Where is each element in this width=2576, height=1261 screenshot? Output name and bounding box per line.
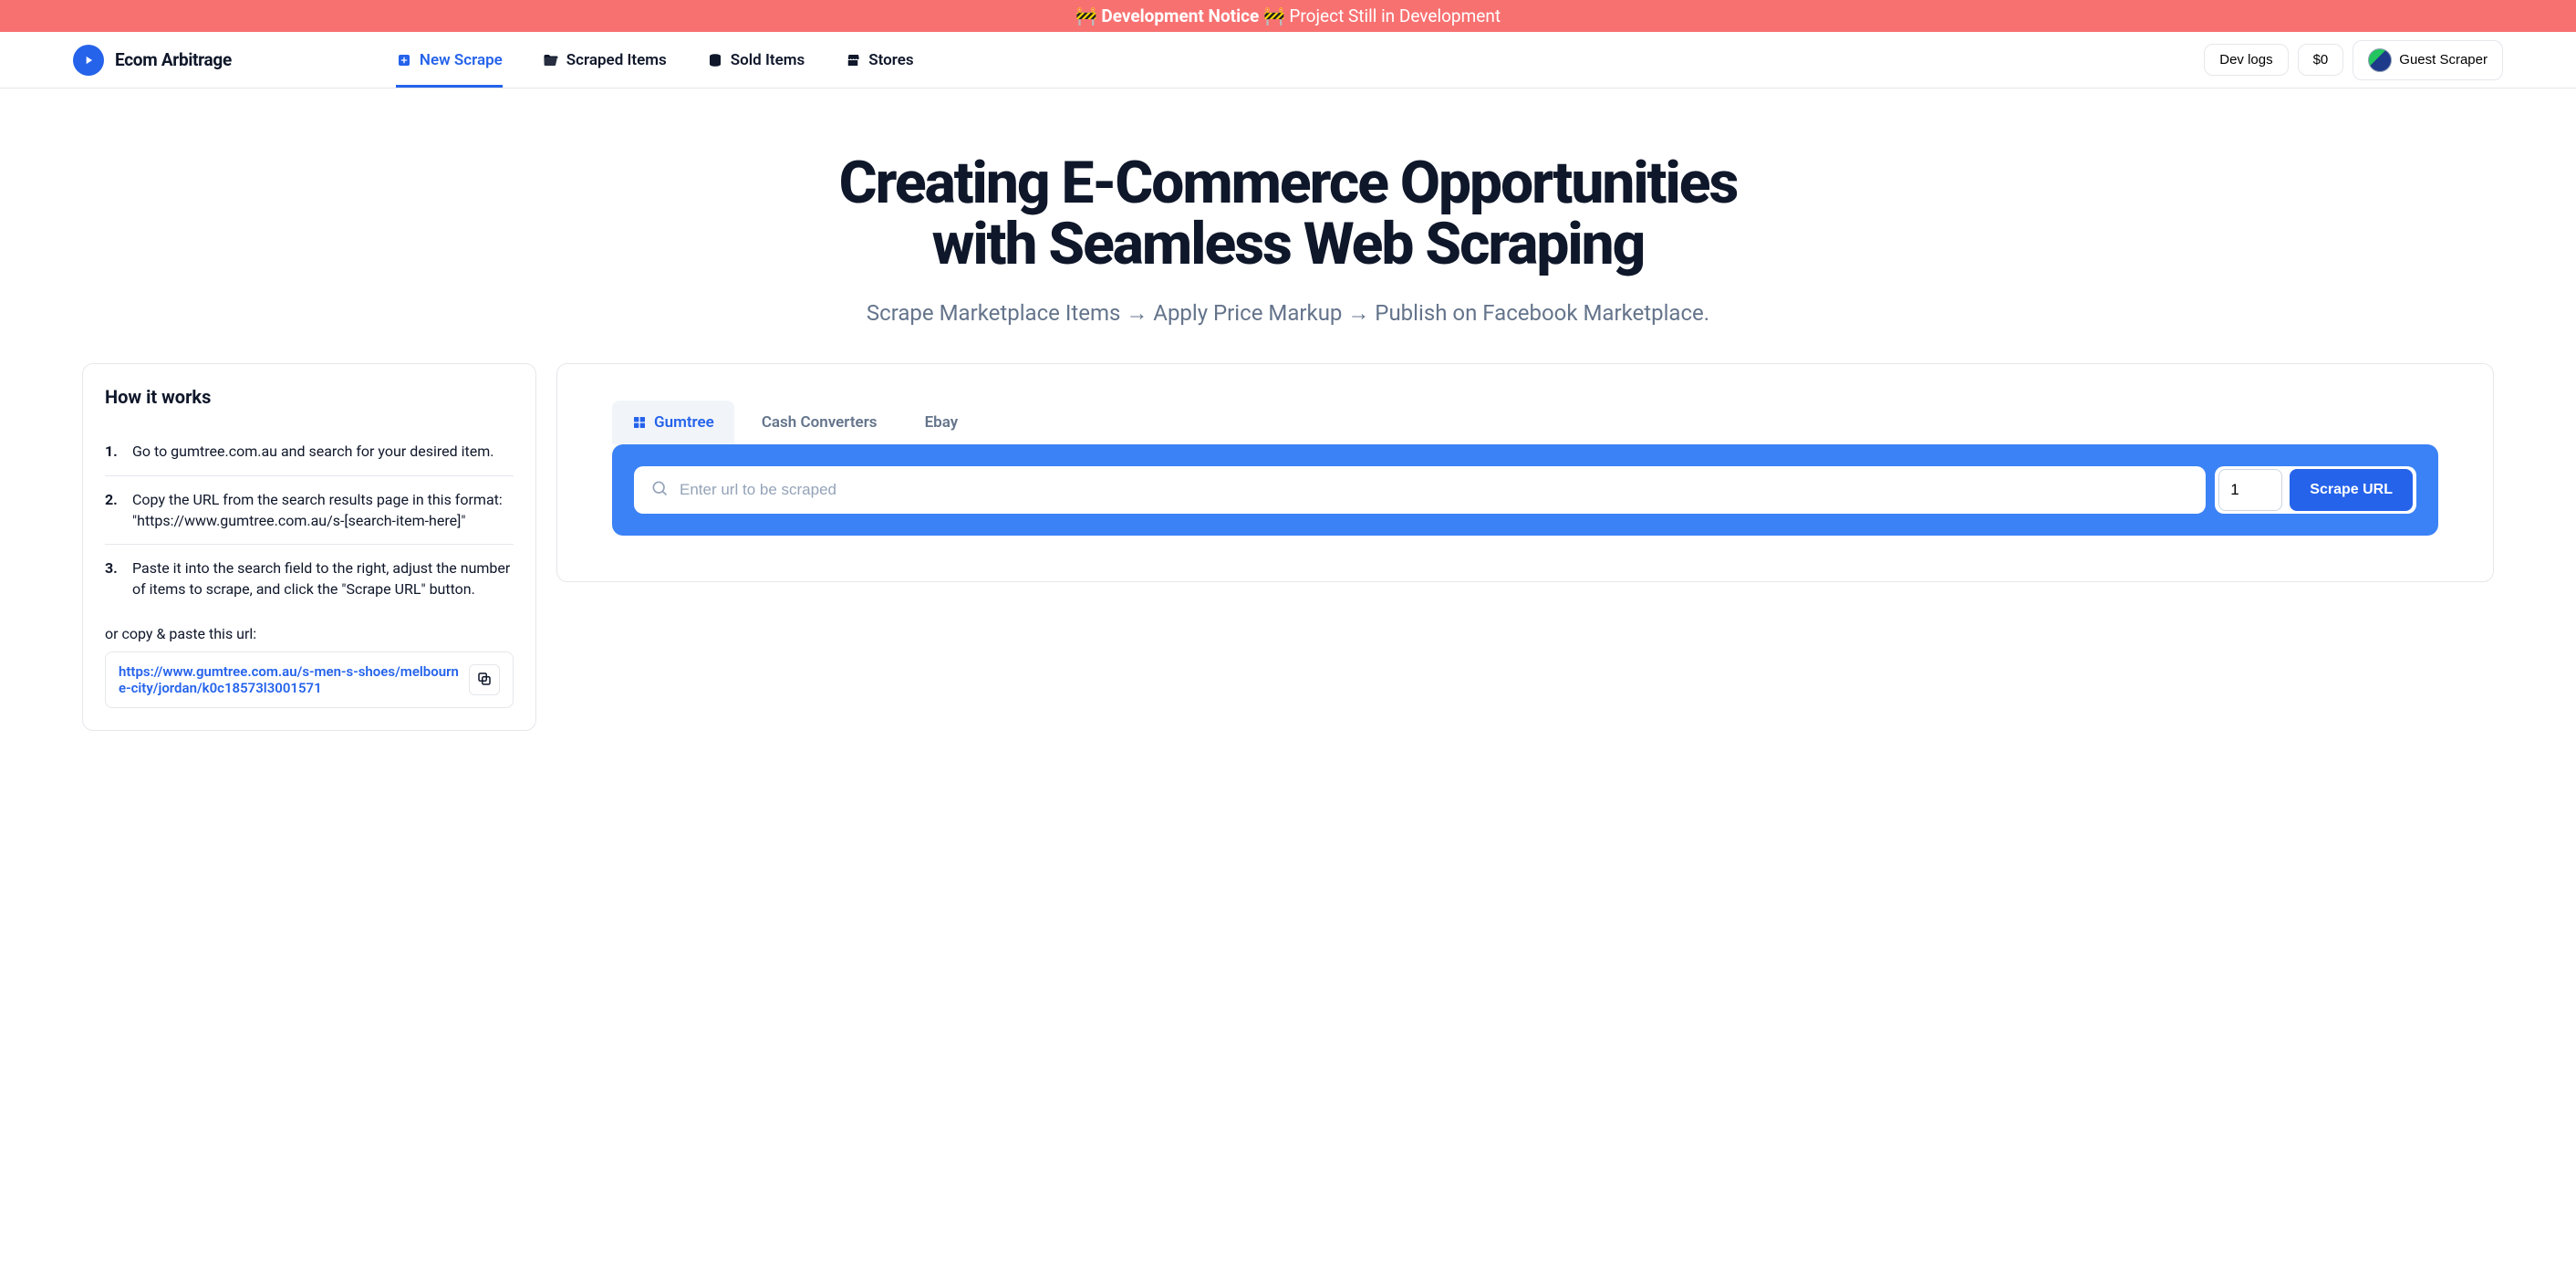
page-title: Creating E-Commerce Opportunities with S… [73,152,2503,275]
coins-icon [707,52,723,68]
page-subtitle: Scrape Marketplace Items → Apply Price M… [73,300,2503,327]
nav-new-scrape[interactable]: New Scrape [396,32,503,88]
url-input-wrap [634,466,2206,514]
search-icon [650,479,669,501]
app-title: Ecom Arbitrage [115,49,232,70]
step-item: 1. Go to gumtree.com.au and search for y… [105,428,514,475]
main-header: Ecom Arbitrage New Scrape Scraped Items … [0,32,2576,89]
example-url[interactable]: https://www.gumtree.com.au/s-men-s-shoes… [119,663,460,696]
construction-icon: 🚧 [1075,5,1097,26]
copy-url-button[interactable] [469,664,500,695]
dev-notice-banner: 🚧 Development Notice 🚧 Project Still in … [0,0,2576,32]
construction-icon: 🚧 [1263,5,1285,26]
grid-icon [632,415,647,430]
nav-sold-items[interactable]: Sold Items [707,32,805,88]
hero: Creating E-Commerce Opportunities with S… [0,89,2576,363]
store-icon [845,52,861,68]
scrape-form: Scrape URL [612,444,2438,536]
scrape-card: Gumtree Cash Converters Ebay Scrape URL [556,363,2494,582]
how-it-works-card: How it works 1. Go to gumtree.com.au and… [82,363,536,731]
tab-cash-converters[interactable]: Cash Converters [742,401,898,444]
avatar [2368,48,2392,72]
step-item: 3. Paste it into the search field to the… [105,545,514,612]
scrape-url-button[interactable]: Scrape URL [2290,469,2413,511]
user-menu-button[interactable]: Guest Scraper [2353,40,2503,80]
banner-message: Project Still in Development [1289,5,1501,26]
balance-button[interactable]: $0 [2298,44,2344,76]
scrape-url-input[interactable] [669,481,2189,499]
copy-icon [476,671,493,690]
example-url-box: https://www.gumtree.com.au/s-men-s-shoes… [105,651,514,708]
steps-list: 1. Go to gumtree.com.au and search for y… [105,428,514,612]
nav-stores[interactable]: Stores [845,32,913,88]
nav-scraped-items[interactable]: Scraped Items [543,32,667,88]
play-icon [73,45,104,76]
dev-logs-button[interactable]: Dev logs [2204,44,2288,76]
item-count-input[interactable] [2218,469,2282,511]
tab-ebay[interactable]: Ebay [905,401,979,444]
tab-gumtree[interactable]: Gumtree [612,401,734,444]
folder-open-icon [543,52,559,68]
main-nav: New Scrape Scraped Items Sold Items Stor… [396,32,914,88]
step-item: 2. Copy the URL from the search results … [105,476,514,545]
how-heading: How it works [105,386,514,408]
banner-title: Development Notice [1101,5,1259,26]
copy-label: or copy & paste this url: [105,625,514,642]
logo[interactable]: Ecom Arbitrage [73,45,232,76]
source-tabs: Gumtree Cash Converters Ebay [612,401,2438,444]
plus-square-icon [396,52,412,68]
